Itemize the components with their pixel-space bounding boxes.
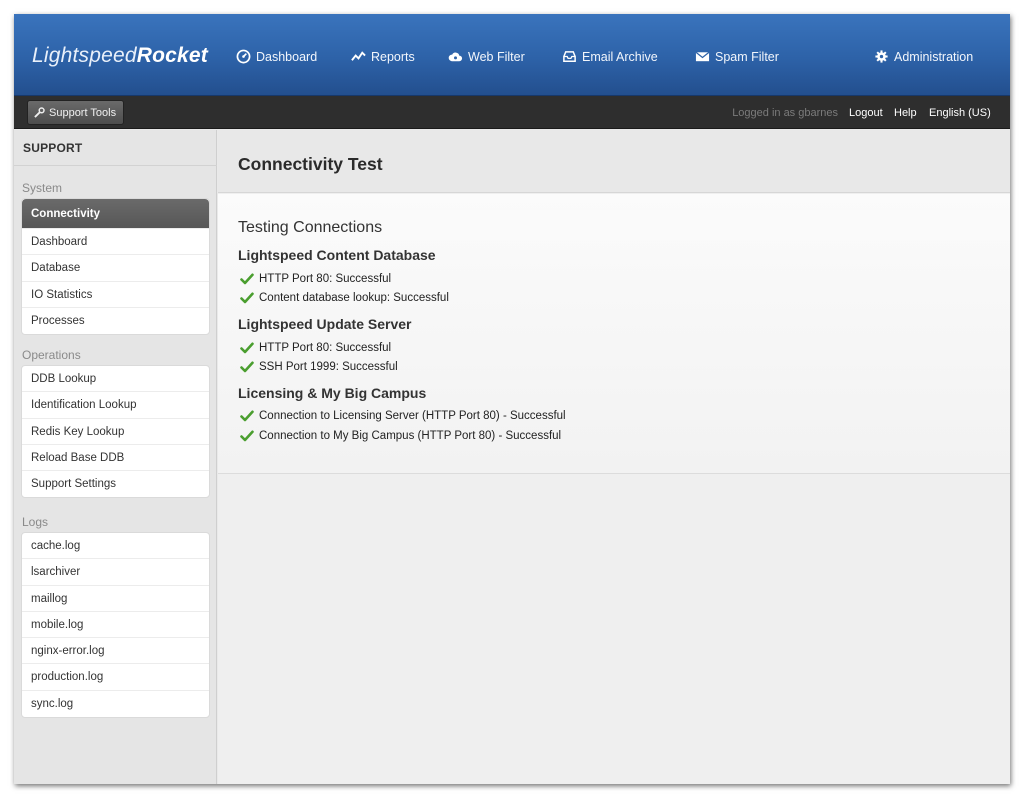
nav-web-filter[interactable]: Web Filter bbox=[448, 49, 525, 64]
sidebar-item-sync-log[interactable]: sync.log bbox=[22, 691, 209, 717]
result-item: HTTP Port 80: Successful bbox=[240, 342, 391, 354]
sidebar-item-redis-key-lookup[interactable]: Redis Key Lookup bbox=[22, 419, 209, 445]
group-title-content-database: Lightspeed Content Database bbox=[238, 247, 436, 263]
inbox-icon bbox=[563, 51, 576, 62]
checkmark-icon bbox=[240, 361, 254, 373]
envelope-icon bbox=[695, 51, 710, 62]
support-sidebar: SUPPORT System Connectivity Dashboard Da… bbox=[14, 130, 217, 784]
result-item: Connection to Licensing Server (HTTP Por… bbox=[240, 410, 566, 422]
sidebar-divider bbox=[14, 165, 217, 166]
content-header: Connectivity Test bbox=[218, 130, 1010, 193]
connection-results-panel: Testing Connections Lightspeed Content D… bbox=[218, 194, 1010, 474]
support-tools-button[interactable]: Support Tools bbox=[27, 100, 125, 125]
result-item: Content database lookup: Successful bbox=[240, 292, 449, 304]
language-selector[interactable]: English (US) bbox=[929, 107, 991, 119]
result-text: Connection to Licensing Server (HTTP Por… bbox=[259, 410, 566, 422]
reports-icon bbox=[351, 51, 366, 61]
section-heading-operations: Operations bbox=[22, 348, 81, 362]
result-text: Content database lookup: Successful bbox=[259, 292, 449, 304]
nav-administration[interactable]: Administration bbox=[874, 49, 973, 64]
logout-link[interactable]: Logout bbox=[849, 107, 883, 119]
nav-administration-label: Administration bbox=[894, 49, 974, 64]
sidebar-item-io-statistics[interactable]: IO Statistics bbox=[22, 282, 209, 308]
support-tools-label: Support Tools bbox=[49, 106, 117, 119]
sidebar-item-connectivity[interactable]: Connectivity bbox=[22, 199, 209, 229]
section-heading-logs: Logs bbox=[22, 515, 49, 529]
checkmark-icon bbox=[240, 273, 254, 285]
sidebar-item-nginx-error-log[interactable]: nginx-error.log bbox=[22, 638, 209, 665]
sidebar-item-cache-log[interactable]: cache.log bbox=[22, 533, 209, 560]
sidebar-item-support-settings[interactable]: Support Settings bbox=[22, 471, 209, 497]
nav-spam-filter[interactable]: Spam Filter bbox=[695, 49, 779, 64]
nav-reports[interactable]: Reports bbox=[351, 49, 415, 64]
help-link[interactable]: Help bbox=[894, 107, 917, 119]
logs-menu: cache.log lsarchiver maillog mobile.log … bbox=[21, 532, 210, 719]
result-text: Connection to My Big Campus (HTTP Port 8… bbox=[259, 430, 562, 442]
section-heading-system: System bbox=[22, 181, 63, 195]
sidebar-item-mobile-log[interactable]: mobile.log bbox=[22, 612, 209, 639]
sidebar-item-reload-base-ddb[interactable]: Reload Base DDB bbox=[22, 445, 209, 472]
nav-email-archive[interactable]: Email Archive bbox=[562, 49, 658, 64]
sidebar-item-database[interactable]: Database bbox=[22, 255, 209, 282]
checkmark-icon bbox=[240, 342, 254, 354]
result-item: SSH Port 1999: Successful bbox=[240, 361, 398, 373]
result-item: HTTP Port 80: Successful bbox=[240, 273, 391, 285]
app-window: LightspeedRocket Dashboard Reports Web F… bbox=[14, 14, 1010, 784]
operations-menu: DDB Lookup Identification Lookup Redis K… bbox=[21, 365, 210, 499]
sidebar-item-dashboard[interactable]: Dashboard bbox=[22, 229, 209, 256]
main-content: Connectivity Test Testing Connections Li… bbox=[218, 130, 1010, 784]
gear-icon bbox=[875, 50, 888, 63]
nav-email-archive-label: Email Archive bbox=[582, 49, 658, 64]
system-menu: Connectivity Dashboard Database IO Stati… bbox=[21, 198, 210, 336]
sidebar-item-production-log[interactable]: production.log bbox=[22, 664, 209, 691]
checkmark-icon bbox=[240, 410, 254, 422]
result-text: SSH Port 1999: Successful bbox=[259, 361, 398, 373]
wrench-icon bbox=[34, 107, 45, 118]
checkmark-icon bbox=[240, 292, 254, 304]
top-navigation-bar: LightspeedRocket Dashboard Reports Web F… bbox=[14, 14, 1010, 96]
testing-connections-heading: Testing Connections bbox=[238, 219, 383, 236]
page-title: Connectivity Test bbox=[238, 154, 383, 174]
nav-reports-label: Reports bbox=[371, 49, 415, 64]
sidebar-item-identification-lookup[interactable]: Identification Lookup bbox=[22, 392, 209, 419]
sidebar-item-lsarchiver[interactable]: lsarchiver bbox=[22, 559, 209, 586]
group-title-update-server: Lightspeed Update Server bbox=[238, 316, 412, 332]
sidebar-item-maillog[interactable]: maillog bbox=[22, 586, 209, 612]
result-text: HTTP Port 80: Successful bbox=[259, 342, 392, 354]
sidebar-title: SUPPORT bbox=[23, 141, 83, 155]
checkmark-icon bbox=[240, 430, 254, 442]
dashboard-icon bbox=[236, 49, 251, 64]
nav-web-filter-label: Web Filter bbox=[468, 49, 525, 64]
result-text: HTTP Port 80: Successful bbox=[259, 273, 392, 285]
logged-in-user-text: Logged in as gbarnes bbox=[732, 107, 838, 119]
nav-dashboard[interactable]: Dashboard bbox=[236, 49, 317, 64]
group-title-licensing: Licensing & My Big Campus bbox=[238, 385, 427, 401]
secondary-toolbar: Support Tools Logged in as gbarnes Logou… bbox=[14, 96, 1010, 129]
cloud-icon bbox=[448, 52, 463, 62]
sidebar-item-processes[interactable]: Processes bbox=[22, 308, 209, 334]
result-item: Connection to My Big Campus (HTTP Port 8… bbox=[240, 430, 561, 442]
sidebar-item-ddb-lookup[interactable]: DDB Lookup bbox=[22, 366, 209, 393]
nav-dashboard-label: Dashboard bbox=[256, 49, 318, 64]
nav-spam-filter-label: Spam Filter bbox=[715, 49, 779, 64]
lightspeed-rocket-logo[interactable]: LightspeedRocket bbox=[32, 44, 208, 68]
